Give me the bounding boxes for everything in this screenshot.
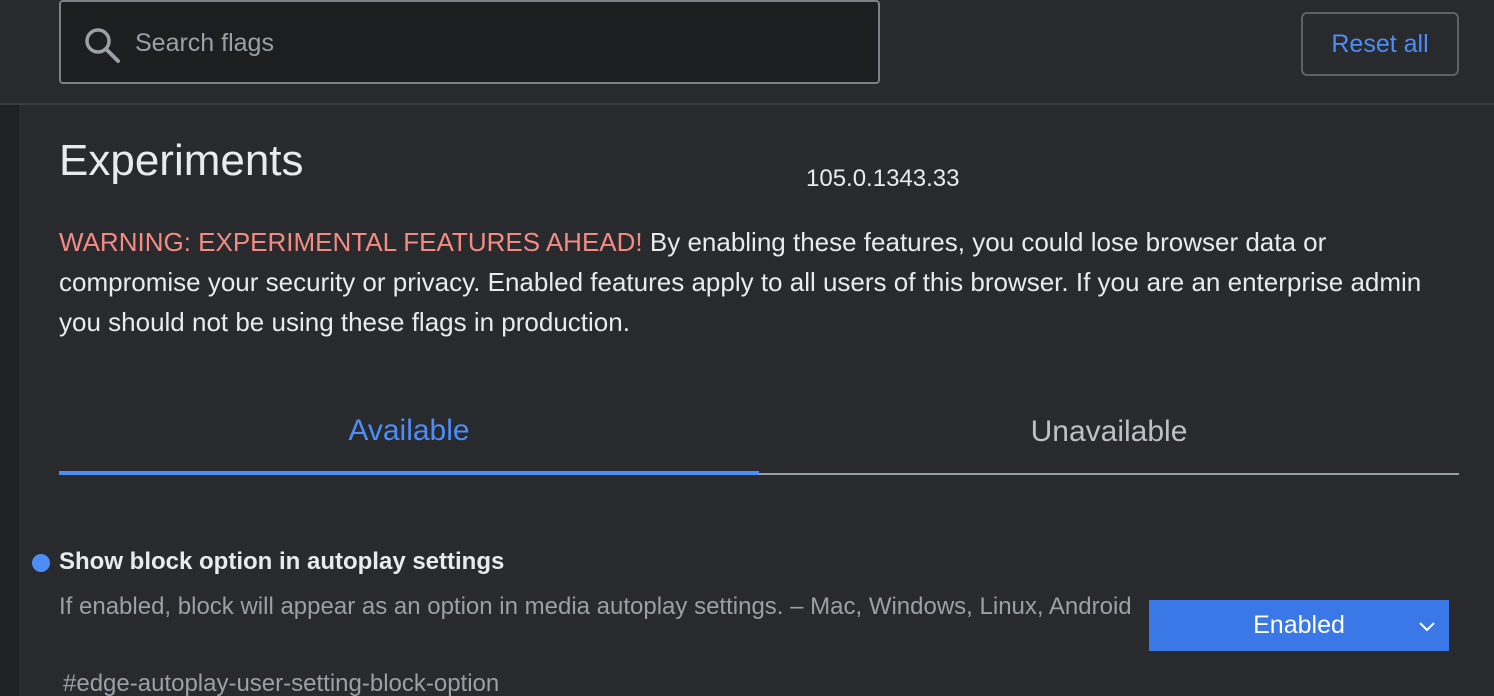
search-box[interactable]: [59, 0, 880, 84]
experiment-title: Show block option in autoplay settings: [59, 548, 505, 575]
page-title: Experiments: [59, 136, 304, 185]
flags-page: Reset all Experiments 105.0.1343.33 WARN…: [0, 0, 1494, 696]
reset-all-button[interactable]: Reset all: [1301, 12, 1459, 76]
experiment-state-select[interactable]: Enabled: [1149, 600, 1449, 651]
tab-bar: Available Unavailable: [59, 390, 1459, 475]
header: Reset all: [0, 0, 1494, 105]
version-label: 105.0.1343.33: [806, 165, 960, 192]
chevron-down-icon: [1419, 622, 1435, 632]
left-rail: [0, 105, 19, 696]
experiment-link[interactable]: #edge-autoplay-user-setting-block-option: [63, 670, 499, 696]
tab-unavailable[interactable]: Unavailable: [759, 390, 1459, 475]
warning-message: WARNING: EXPERIMENTAL FEATURES AHEAD! By…: [59, 222, 1459, 342]
search-icon: [85, 28, 120, 63]
tab-available[interactable]: Available: [59, 390, 759, 475]
search-input[interactable]: [133, 20, 857, 66]
warning-heading: WARNING: EXPERIMENTAL FEATURES AHEAD!: [59, 227, 643, 257]
modified-indicator-dot: [32, 554, 50, 572]
experiment-description: If enabled, block will appear as an opti…: [59, 593, 1132, 620]
experiment-state-value: Enabled: [1253, 611, 1345, 639]
